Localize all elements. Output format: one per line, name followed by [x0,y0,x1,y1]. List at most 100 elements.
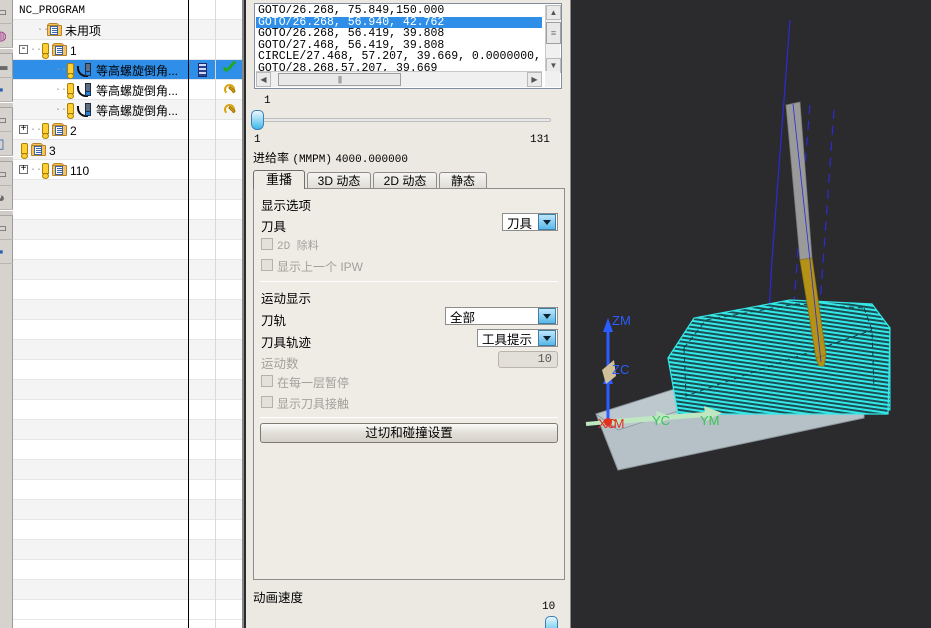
rail-icon-7-button[interactable]: ▭ [0,162,13,186]
gcode-vertical-scrollbar[interactable]: ▲ ▼ [545,5,561,73]
animation-speed-slider-thumb[interactable] [545,616,558,628]
tree-row[interactable]: + ·· 2 [13,120,242,140]
scroll-right-icon[interactable]: ▶ [527,72,542,87]
gcode-horizontal-scrollbar[interactable]: ◀ ▶ [256,71,542,87]
tree-row-empty[interactable] [13,440,242,460]
checkbox-show-prev-ipw[interactable] [261,259,273,271]
tree-row-icon-cell[interactable] [189,140,215,159]
rail-icon-5-button[interactable]: ▭ [0,108,13,132]
rail-icon-9-button[interactable]: ▭ [0,216,13,240]
tree-row-empty[interactable] [13,580,242,600]
tree-row-status-cell[interactable] [216,140,242,159]
tree-row[interactable]: ··· 等高螺旋倒角... [13,100,242,120]
chevron-down-icon[interactable] [538,214,556,230]
toolpath-dropdown[interactable]: 全部 [445,307,558,325]
tree-row-icon-cell[interactable] [189,160,215,179]
chevron-down-icon[interactable] [538,330,556,346]
tree-expander-toggle[interactable]: + [19,125,28,135]
operation-navigator[interactable]: NC_PROGRAM ··· 未用项 - ·· 1 ··· 等高螺旋倒角... ··· 等高螺旋倒… [13,0,244,628]
tree-row-icon-cell[interactable] [189,60,215,79]
rail-icon-3-button[interactable]: ▬ [0,54,13,78]
tree-row-icon-cell[interactable] [189,0,215,19]
gouge-collision-settings-button[interactable]: 过切和碰撞设置 [260,423,558,443]
tree-row-name-cell[interactable]: ··· 等高螺旋倒角... [13,100,188,119]
rail-icon-magenta-circle-button[interactable]: ◍ [0,24,13,48]
tree-row-name-cell[interactable]: + ·· 110 [13,160,188,179]
tree-row-empty[interactable] [13,380,242,400]
rail-icon-1-button[interactable]: ▭ [0,0,13,24]
tool-dropdown[interactable]: 刀具 [502,213,558,231]
gcode-listbox[interactable]: GOTO/26.268, 75.849,150.000 GOTO/26.268, … [254,3,562,89]
tree-row[interactable]: ··· 等高螺旋倒角... [13,80,242,100]
rail-icon-blue-panel-button[interactable]: ▯ [0,132,13,156]
tree-row-empty[interactable] [13,480,242,500]
tree-row-empty[interactable] [13,560,242,580]
tab-2[interactable]: 3D 动态 [307,172,371,189]
tree-row-empty[interactable] [13,180,242,200]
tree-row-empty[interactable] [13,520,242,540]
tree-row-name-cell[interactable]: - ·· 1 [13,40,188,59]
tree-row-status-cell[interactable] [216,100,242,119]
scroll-left-icon[interactable]: ◀ [256,72,271,87]
tree-row-empty[interactable] [13,240,242,260]
tree-row-status-cell[interactable] [216,80,242,99]
tree-row-name-cell[interactable]: ··· 未用项 [13,20,188,39]
tree-row-icon-cell[interactable] [189,80,215,99]
tree-row[interactable]: NC_PROGRAM [13,0,242,20]
tree-row-icon-cell[interactable] [189,100,215,119]
tree-row-status-cell[interactable] [216,60,242,79]
rail-icon-sphere-button[interactable]: ◕ [0,186,13,210]
tab-1[interactable]: 重播 [253,170,305,189]
tree-row-name-cell[interactable]: + ·· 2 [13,120,188,139]
trace-dropdown[interactable]: 工具提示 [477,329,558,347]
rail-icon-blue-square-button[interactable]: ▪ [0,78,13,102]
checkbox-show-tool-contact[interactable] [261,396,273,408]
gcode-lines[interactable]: GOTO/26.268, 75.849,150.000 GOTO/26.268, … [256,5,542,73]
rail-icon-10-button[interactable]: ▪ [0,240,13,264]
replay-tabstrip[interactable]: 重播 3D 动态 2D 动态 静态 [253,170,565,189]
tab-4[interactable]: 静态 [439,172,487,189]
tree-expander-toggle[interactable]: - [19,45,28,55]
gcode-line[interactable]: GOTO/26.268, 75.849,150.000 [256,5,542,17]
chevron-down-icon[interactable] [538,308,556,324]
tree-expander-toggle[interactable]: + [19,165,28,175]
tree-row-empty[interactable] [13,500,242,520]
tree-row-empty[interactable] [13,400,242,420]
tab-3[interactable]: 2D 动态 [373,172,437,189]
tree-row-empty[interactable] [13,340,242,360]
vertical-scroll-thumb[interactable] [546,22,561,44]
tree-row-status-cell[interactable] [216,40,242,59]
position-slider-track[interactable] [254,118,551,122]
tree-row-status-cell[interactable] [216,120,242,139]
tree-row[interactable]: + ·· 110 [13,160,242,180]
tree-row-empty[interactable] [13,540,242,560]
tree-row-icon-cell[interactable] [189,40,215,59]
checkbox-pause-each-layer[interactable] [261,375,273,387]
tree-row-status-cell[interactable] [216,20,242,39]
tree-row-name-cell[interactable]: NC_PROGRAM [13,0,188,19]
tree-row-icon-cell[interactable] [189,20,215,39]
tree-row-status-cell[interactable] [216,160,242,179]
tree-row[interactable]: 3 [13,140,242,160]
horizontal-scroll-thumb[interactable] [278,73,401,86]
tree-row-name-cell[interactable]: ··· 等高螺旋倒角... [13,80,188,99]
graphics-viewport[interactable]: ZM ZC YC YM XC XM 3D世界网 WWW.3DSJW.COM [572,0,931,628]
tree-row-empty[interactable] [13,320,242,340]
tree-row-empty[interactable] [13,600,242,620]
tree-row-icon-cell[interactable] [189,120,215,139]
position-slider-thumb[interactable] [251,110,264,130]
tree-row-empty[interactable] [13,220,242,240]
tree-row-empty[interactable] [13,460,242,480]
checkbox-2d-removal[interactable] [261,238,273,250]
scroll-up-icon[interactable]: ▲ [546,5,561,20]
tree-row-name-cell[interactable]: ··· 等高螺旋倒角... [13,60,188,79]
tree-row-empty[interactable] [13,200,242,220]
tree-row[interactable]: ··· 等高螺旋倒角... [13,60,242,80]
tree-row-empty[interactable] [13,280,242,300]
tree-row-status-cell[interactable] [216,0,242,19]
tree-row-empty[interactable] [13,360,242,380]
tree-row-name-cell[interactable]: 3 [13,140,188,159]
tree-row-empty[interactable] [13,300,242,320]
tree-row[interactable]: ··· 未用项 [13,20,242,40]
tree-row-empty[interactable] [13,420,242,440]
